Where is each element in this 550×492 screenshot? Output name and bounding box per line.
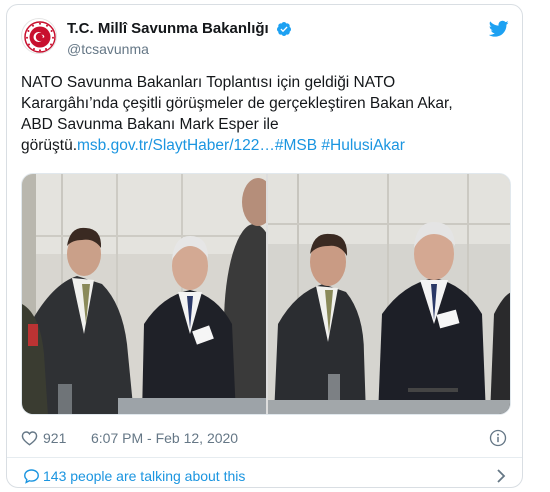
tweet-meta: 921 6:07 PM - Feb 12, 2020: [21, 429, 513, 449]
like-count[interactable]: 921: [43, 430, 66, 446]
tweet-text: NATO Savunma Bakanları Toplantısı için g…: [21, 72, 513, 156]
speech-bubble-icon: [24, 469, 39, 484]
heart-icon[interactable]: [21, 430, 38, 446]
tweet-card: T.C. Millî Savunma Bakanlığı @tcsavunma …: [6, 4, 523, 488]
hashtag-msb[interactable]: #MSB: [275, 137, 317, 154]
divider: [7, 457, 522, 458]
tweet-text-line: görüştü.msb.gov.tr/SlaytHaber/122…#MSB #…: [21, 135, 513, 156]
account-names: T.C. Millî Savunma Bakanlığı @tcsavunma: [67, 20, 292, 57]
tweet-text-line: Karargâhı’nda çeşitli görüşmeler de gerç…: [21, 95, 453, 112]
msb-emblem-icon: [23, 20, 56, 53]
photo-left[interactable]: [22, 174, 266, 414]
verified-badge-icon: [277, 21, 292, 36]
tweet-text-line: ABD Savunma Bakanı Mark Esper ile: [21, 116, 279, 133]
twitter-bird-icon[interactable]: [489, 20, 509, 38]
display-name[interactable]: T.C. Millî Savunma Bakanlığı: [67, 20, 269, 37]
chevron-right-icon: [497, 469, 506, 483]
tweet-text-fragment: görüştü.: [21, 137, 78, 154]
photo-right[interactable]: [268, 174, 510, 414]
timestamp[interactable]: 6:07 PM - Feb 12, 2020: [91, 430, 238, 446]
tweet-text-line: NATO Savunma Bakanları Toplantısı için g…: [21, 74, 396, 91]
photo-right-image: [268, 174, 510, 414]
tweet-header: T.C. Millî Savunma Bakanlığı @tcsavunma: [21, 17, 511, 65]
avatar[interactable]: [21, 18, 57, 54]
info-icon[interactable]: [489, 429, 507, 447]
hashtag-hulusiakar[interactable]: #HulusiAkar: [321, 137, 405, 154]
conversation-link[interactable]: 143 people are talking about this: [21, 467, 513, 487]
media-grid: [21, 173, 511, 415]
conversation-label: 143 people are talking about this: [43, 468, 246, 484]
photo-left-image: [22, 174, 266, 414]
tweet-link[interactable]: msb.gov.tr/SlaytHaber/122…: [77, 137, 275, 154]
account-handle[interactable]: @tcsavunma: [67, 41, 292, 57]
